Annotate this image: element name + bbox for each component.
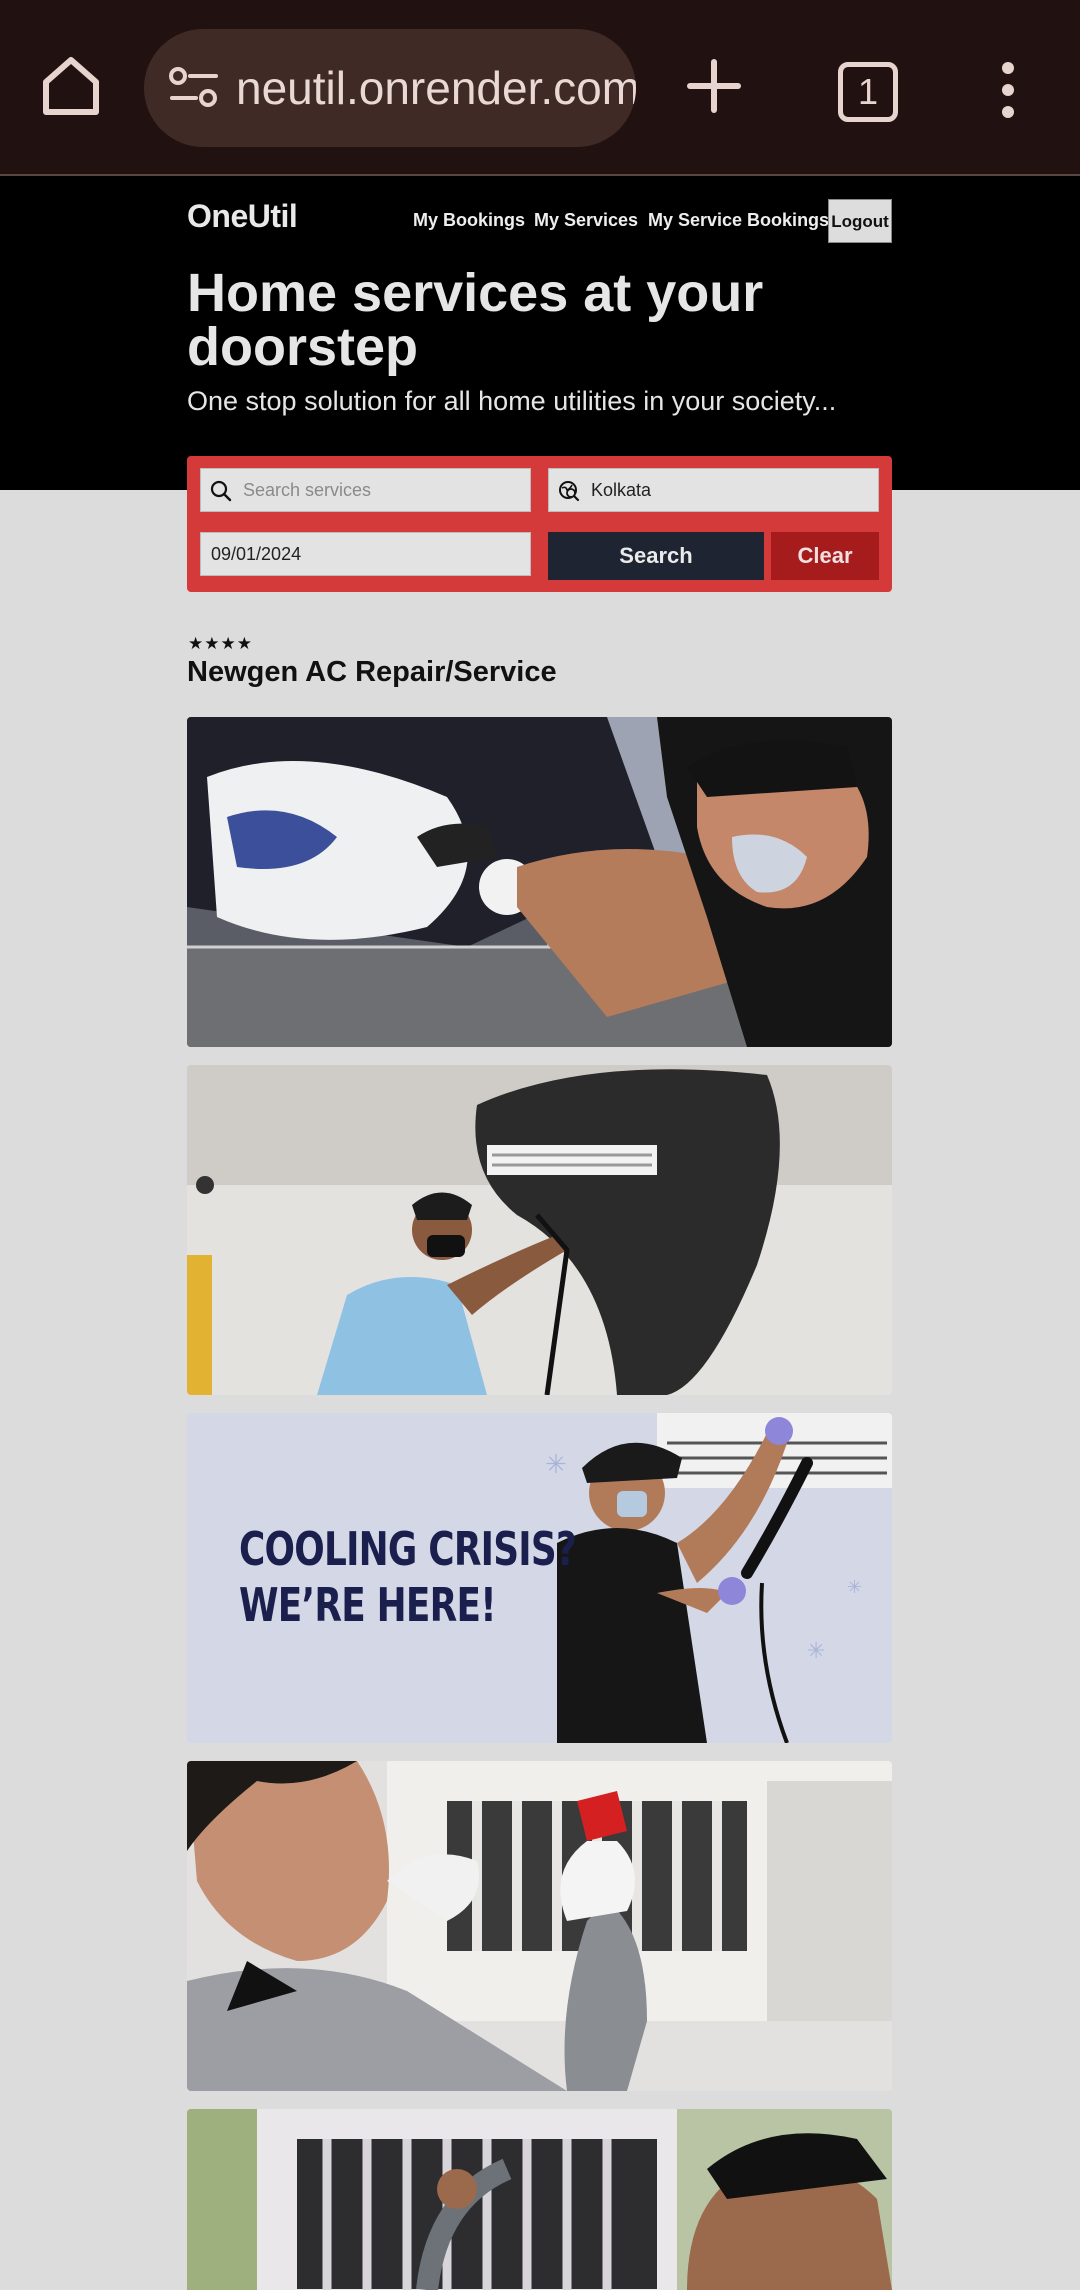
url-text[interactable]: neutil.onrender.com [236,29,636,147]
search-services-placeholder: Search services [243,480,372,500]
address-bar[interactable]: neutil.onrender.com [144,29,636,147]
site-logo[interactable]: OneUtil [187,198,298,235]
nav-my-bookings[interactable]: My Bookings [413,199,525,241]
search-button[interactable]: Search [548,532,764,580]
service-photo-5[interactable] [187,2109,892,2290]
site-settings-icon[interactable] [168,66,220,110]
site-header: OneUtil My Bookings My Services My Servi… [0,176,1080,490]
search-services-input[interactable]: Search services [200,468,531,512]
logout-button[interactable]: Logout [828,199,892,243]
nav-my-services[interactable]: My Services [534,199,638,241]
search-panel: Search services Kolkata 09/01/2024 Searc… [187,456,892,592]
ac-filter-spray-image [187,1761,892,2091]
ac-cover-cleaning-image [187,1065,892,1395]
location-input[interactable]: Kolkata [548,468,879,512]
rating-stars: ★★★★ [188,634,253,653]
service-title[interactable]: Newgen AC Repair/Service [187,656,557,689]
banner-headline: COOLING CRISIS? WE’RE HERE! [239,1521,577,1633]
hero-subtitle: One stop solution for all home utilities… [187,386,837,416]
browser-toolbar: neutil.onrender.com 1 [0,0,1080,176]
home-icon[interactable] [38,52,104,118]
tab-switcher-button[interactable]: 1 [838,62,898,122]
location-value: Kolkata [591,480,652,500]
svg-text:✳: ✳ [847,1577,862,1598]
service-photo-4[interactable] [187,1761,892,2091]
location-search-icon [559,481,580,502]
service-photo-2[interactable] [187,1065,892,1395]
banner-line-1: COOLING CRISIS? [239,1522,577,1576]
search-icon [210,480,232,502]
hero-title: Home services at your doorstep [187,263,764,377]
svg-text:✳: ✳ [545,1450,567,1480]
service-photo-1[interactable] [187,717,892,1047]
clear-button[interactable]: Clear [771,532,879,580]
banner-line-2: WE’RE HERE! [239,1578,497,1632]
date-input[interactable]: 09/01/2024 [200,532,531,576]
ac-vacuum-cleaning-image [187,2109,892,2290]
svg-text:✳: ✳ [807,1639,825,1664]
ac-foam-cleaning-image [187,717,892,1047]
more-options-icon[interactable] [996,60,1020,120]
service-photo-3[interactable]: ✳ ✳ ✳ COOLING CRISIS? WE’RE HERE! [187,1413,892,1743]
new-tab-icon[interactable] [686,58,742,114]
nav-my-service-bookings[interactable]: My Service Bookings [648,199,829,241]
